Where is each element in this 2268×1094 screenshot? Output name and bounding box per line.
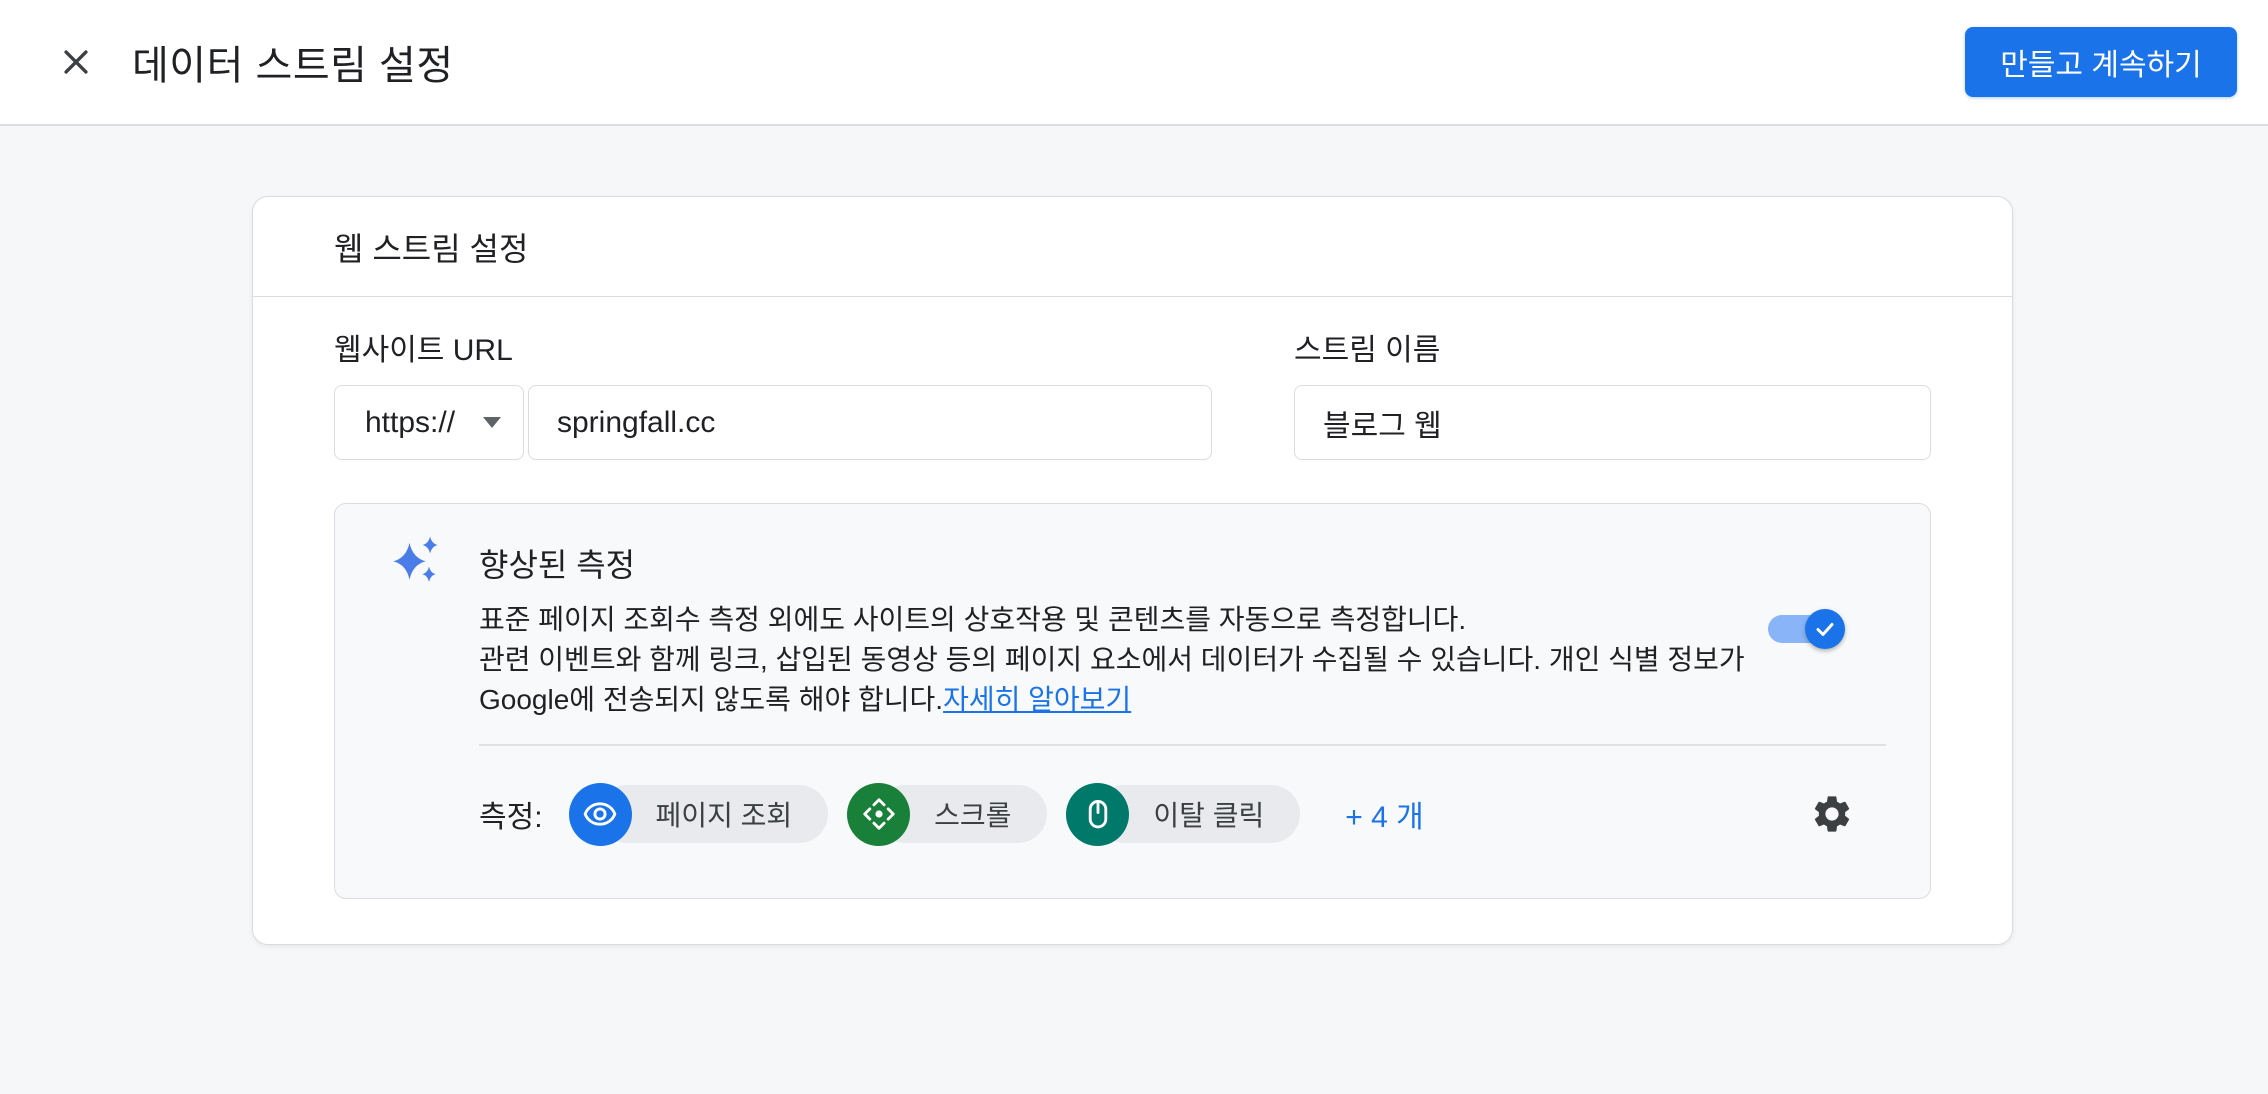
sparkle-icon — [390, 532, 442, 589]
section-divider — [479, 744, 1886, 746]
enhanced-measurement-section: 향상된 측정 표준 페이지 조회수 측정 외에도 사이트의 상호작용 및 콘텐츠… — [334, 503, 1931, 899]
check-icon — [1813, 617, 1837, 641]
chip-outbound-click[interactable]: 이탈 클릭 — [1066, 783, 1300, 846]
gear-icon — [1810, 792, 1854, 836]
enhanced-measurement-settings-button[interactable] — [1810, 792, 1854, 836]
chip-scroll[interactable]: 스크롤 — [847, 783, 1047, 846]
website-url-label: 웹사이트 URL — [334, 325, 1294, 369]
mouse-icon — [1066, 783, 1129, 846]
eye-icon — [569, 783, 632, 846]
create-and-continue-button[interactable]: 만들고 계속하기 — [1965, 27, 2237, 97]
scroll-icon — [847, 783, 910, 846]
measure-label: 측정: — [479, 792, 543, 836]
page-title: 데이터 스트림 설정 — [132, 33, 454, 91]
measurement-chips-row: 측정: 페이지 조회 — [479, 782, 1424, 846]
protocol-dropdown[interactable]: https:// — [334, 385, 524, 460]
chip-page-view[interactable]: 페이지 조회 — [569, 783, 829, 846]
card-title: 웹 스트림 설정 — [334, 224, 528, 270]
chip-label: 페이지 조회 — [598, 785, 829, 843]
close-button[interactable] — [48, 34, 104, 90]
website-url-input[interactable] — [528, 385, 1212, 460]
enhanced-measurement-description: 표준 페이지 조회수 측정 외에도 사이트의 상호작용 및 콘텐츠를 자동으로 … — [479, 600, 1779, 720]
close-icon — [59, 45, 93, 79]
learn-more-link[interactable]: 자세히 알아보기 — [943, 684, 1131, 715]
stream-form: 웹사이트 URL 스트림 이름 https:// — [253, 297, 2012, 460]
more-events-link[interactable]: + 4 개 — [1345, 792, 1423, 836]
stream-name-input[interactable] — [1294, 385, 1931, 460]
enhanced-measurement-toggle[interactable] — [1768, 615, 1842, 643]
card-header: 웹 스트림 설정 — [253, 197, 2012, 297]
stream-name-label: 스트림 이름 — [1294, 325, 1440, 369]
protocol-value: https:// — [365, 406, 483, 440]
toggle-thumb — [1805, 609, 1845, 649]
chevron-down-icon — [483, 417, 501, 428]
web-stream-card: 웹 스트림 설정 웹사이트 URL 스트림 이름 https:// 향상된 측정… — [252, 196, 2013, 945]
modal-header: 데이터 스트림 설정 만들고 계속하기 — [0, 0, 2268, 126]
description-line-1: 표준 페이지 조회수 측정 외에도 사이트의 상호작용 및 콘텐츠를 자동으로 … — [479, 604, 1466, 635]
enhanced-measurement-title: 향상된 측정 — [479, 540, 635, 586]
